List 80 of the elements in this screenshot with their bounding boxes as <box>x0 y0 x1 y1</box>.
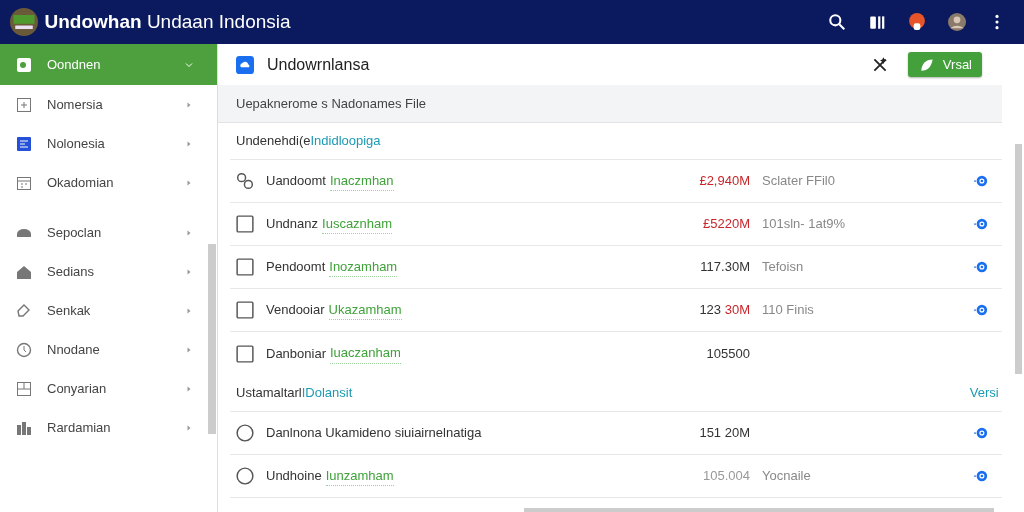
search-icon[interactable] <box>828 13 846 31</box>
clock-icon <box>16 341 32 358</box>
cloud-icon <box>236 55 254 74</box>
chevron-right-icon <box>185 306 193 315</box>
sidebar-item[interactable]: Nomersia <box>0 85 217 124</box>
chevron-down-icon <box>185 60 193 69</box>
amount: 123 30M <box>698 301 750 320</box>
item-note: 101sln- 1at9% <box>762 215 847 234</box>
scrollbar[interactable] <box>208 244 216 434</box>
people-icon <box>236 172 254 190</box>
chevron-right-icon <box>185 139 193 148</box>
item-note: Yocnaile <box>762 467 812 486</box>
chevron-right-icon <box>185 423 193 432</box>
amount: £5220M <box>702 215 750 234</box>
sidebar-item[interactable]: Nnodane <box>0 330 217 369</box>
layout-icon <box>16 380 32 397</box>
amount: 117.30M <box>699 258 750 277</box>
item-name: Undhoine <box>266 467 322 486</box>
link-icon[interactable] <box>974 303 988 317</box>
bar-chart-icon <box>16 419 32 436</box>
chevron-right-icon <box>185 178 193 187</box>
house-icon <box>16 263 32 280</box>
tray-icon <box>16 96 32 113</box>
list-icon <box>16 135 32 152</box>
link-icon[interactable] <box>974 217 988 231</box>
logo-icon <box>10 8 38 36</box>
scrollbar[interactable] <box>1015 144 1022 374</box>
item-tag: Iuscaznham <box>322 213 393 235</box>
avatar-icon[interactable] <box>948 13 966 31</box>
item-name: Undnanz <box>266 215 319 234</box>
sidebar-item[interactable]: Rardamian <box>0 408 217 447</box>
link-icon[interactable] <box>974 260 988 274</box>
item-note: Sclater FFil0 <box>762 172 836 191</box>
checkbox[interactable] <box>236 344 254 363</box>
sidebar-item[interactable]: Sedians <box>0 252 217 291</box>
chevron-right-icon <box>185 345 193 354</box>
section-title: Ustamaltarl <box>236 384 302 403</box>
amount: 105.004 <box>702 467 750 486</box>
app-title: Undowhan Undaan Indonsia <box>44 9 291 34</box>
item-tag: Iunzamham <box>325 465 394 487</box>
amount: £2,940M <box>698 172 750 191</box>
item-tag: Inaczmhan <box>330 170 394 192</box>
link-icon[interactable] <box>974 469 988 483</box>
radio-button[interactable] <box>236 424 254 442</box>
checkbox[interactable] <box>236 301 254 319</box>
chevron-right-icon <box>185 267 193 276</box>
item-note: 110 Finis <box>762 301 815 320</box>
item-tag: Iuaczanham <box>330 343 401 364</box>
amount: 151 20M <box>698 424 750 443</box>
chevron-right-icon <box>185 384 193 393</box>
sidebar-item[interactable]: Sepoclan <box>0 213 217 252</box>
item-name: Danlnona Ukamideno siuiairnelnatiga <box>266 424 482 443</box>
calendar-icon <box>16 174 32 191</box>
columns-icon[interactable] <box>868 13 886 31</box>
sidebar-item[interactable]: Conyarian <box>0 369 217 408</box>
sidebar-item[interactable]: Nolonesia <box>0 124 217 163</box>
amount: 105500 <box>705 344 750 363</box>
leaf-icon <box>16 56 32 73</box>
link-icon[interactable] <box>974 426 988 440</box>
tag-icon <box>16 302 32 319</box>
chevron-right-icon <box>185 100 193 109</box>
item-tag: Inozamham <box>329 256 398 278</box>
notification-icon[interactable] <box>908 13 926 31</box>
link-icon[interactable] <box>974 174 988 188</box>
checkbox[interactable] <box>236 258 254 276</box>
item-name: Vendooiar <box>266 301 325 320</box>
panel-subheader: Uepaknerome s Nadonames File <box>218 85 1002 123</box>
sidebar-item[interactable]: Okadomian <box>0 163 217 202</box>
section-title: Undenehdi(e <box>236 132 311 151</box>
panel-title: Undowrnlansa <box>267 54 370 75</box>
radio-button[interactable] <box>236 467 254 485</box>
sidebar-item[interactable]: Senkak <box>0 291 217 330</box>
item-tag: Ukazamham <box>328 299 402 321</box>
item-note: Tefoisn <box>762 258 805 277</box>
checkbox[interactable] <box>236 215 254 233</box>
chevron-right-icon <box>185 228 193 237</box>
scrollbar[interactable] <box>524 508 994 512</box>
item-name: Danboniar <box>266 344 326 363</box>
item-name: Pendoomt <box>266 258 326 277</box>
item-name: Uandoomt <box>266 172 326 191</box>
